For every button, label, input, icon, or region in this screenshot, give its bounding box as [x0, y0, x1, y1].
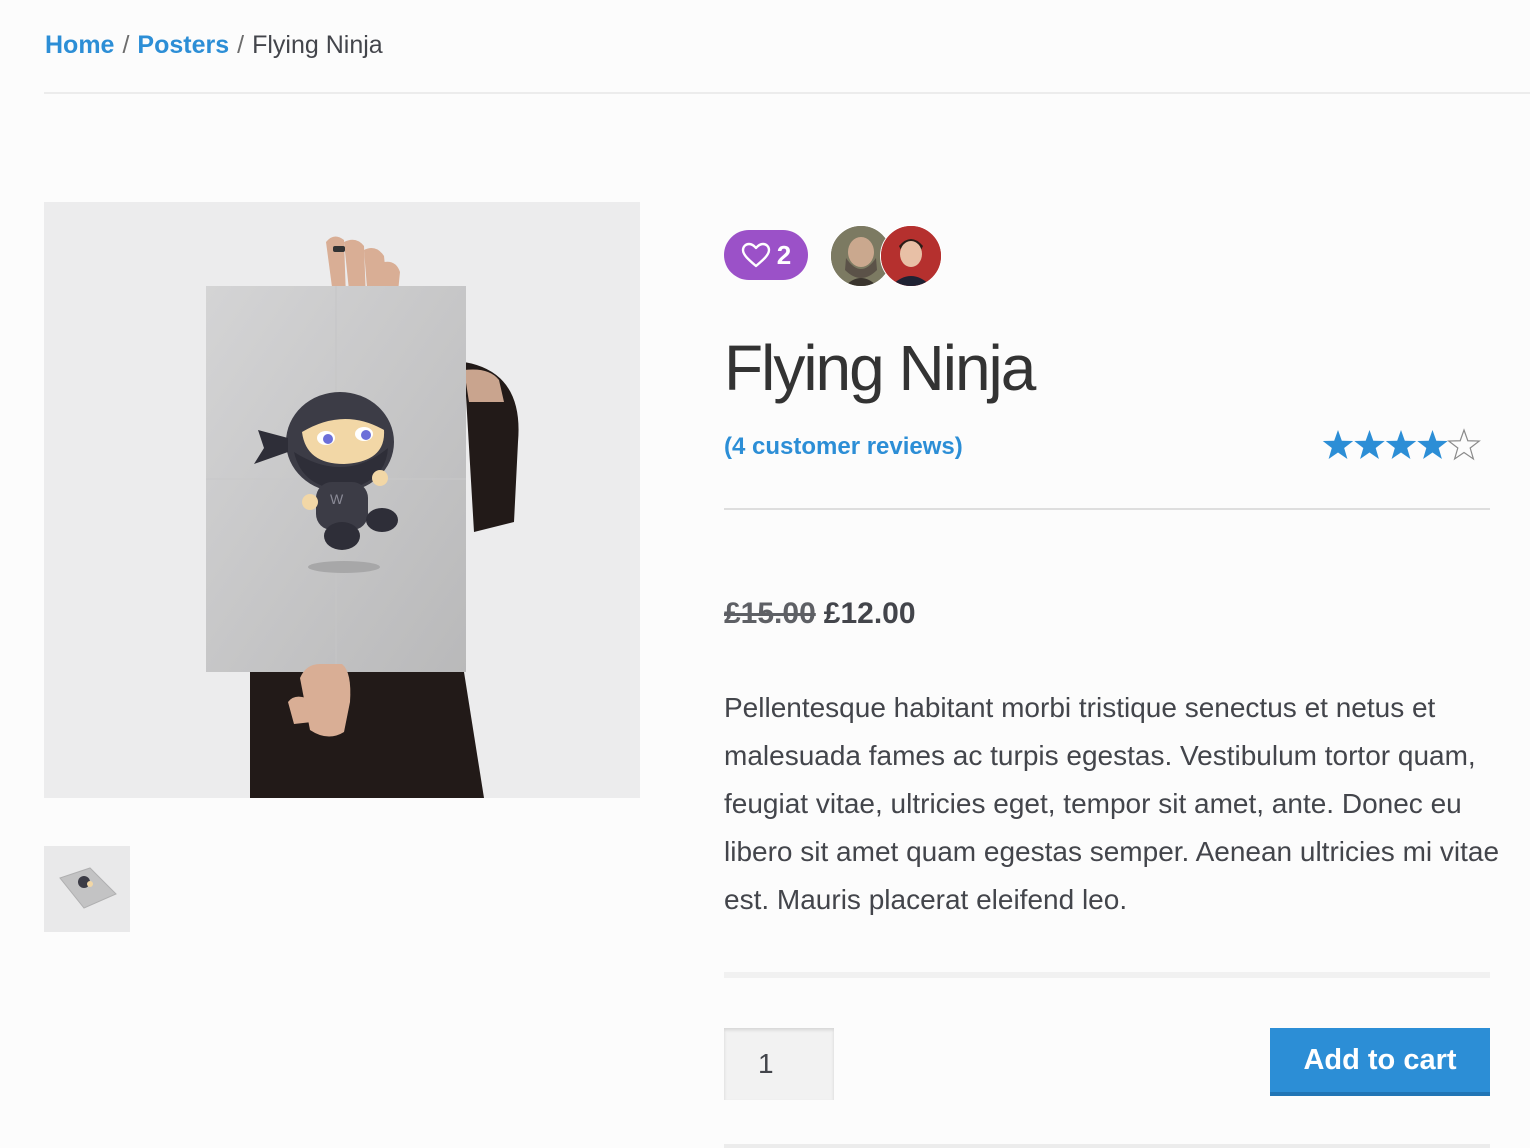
footer-divider: [724, 1144, 1490, 1148]
breadcrumb-separator: /: [122, 31, 130, 59]
svg-text:W: W: [330, 491, 344, 507]
thumbnail-image: [44, 846, 130, 932]
ninja-poster-illustration: W: [44, 202, 640, 798]
heart-outline-icon: [741, 242, 770, 268]
product-title: Flying Ninja: [724, 332, 1036, 404]
star-empty-icon: [1447, 428, 1481, 461]
star-filled-icon: [1354, 430, 1385, 459]
product-main-image[interactable]: W: [44, 202, 640, 798]
header-divider: [44, 92, 1530, 94]
avatar[interactable]: [880, 225, 942, 287]
liker-avatars: [830, 225, 942, 287]
product-short-description: Pellentesque habitant morbi tristique se…: [724, 692, 1500, 915]
breadcrumb: Home / Posters / Flying Ninja: [45, 28, 383, 62]
product-thumbnail[interactable]: [44, 846, 130, 932]
quantity-input[interactable]: [724, 1028, 834, 1100]
star-rating: [1322, 428, 1484, 464]
product-page: Home / Posters / Flying Ninja W 2 Flying…: [0, 0, 1530, 1148]
star-filled-icon: [1417, 430, 1448, 459]
like-button[interactable]: 2: [724, 230, 808, 280]
sale-price: £12.00: [823, 597, 916, 630]
title-divider: [724, 508, 1490, 510]
description-divider: [724, 972, 1490, 978]
like-count: 2: [776, 239, 792, 270]
regular-price: £15.00: [724, 597, 816, 630]
product-price: £15.00 £12.00: [724, 595, 916, 633]
breadcrumb-category-link[interactable]: Posters: [137, 31, 229, 59]
star-filled-icon: [1322, 430, 1354, 459]
avatar-image: [881, 226, 941, 286]
breadcrumb-home-link[interactable]: Home: [45, 31, 114, 59]
star-rating-graphic: [1322, 428, 1481, 461]
star-filled-icon: [1385, 430, 1417, 459]
customer-reviews-link[interactable]: (4 customer reviews): [724, 431, 963, 463]
add-to-cart-button[interactable]: Add to cart: [1270, 1028, 1490, 1096]
breadcrumb-current: Flying Ninja: [252, 31, 383, 59]
breadcrumb-separator: /: [237, 31, 245, 59]
